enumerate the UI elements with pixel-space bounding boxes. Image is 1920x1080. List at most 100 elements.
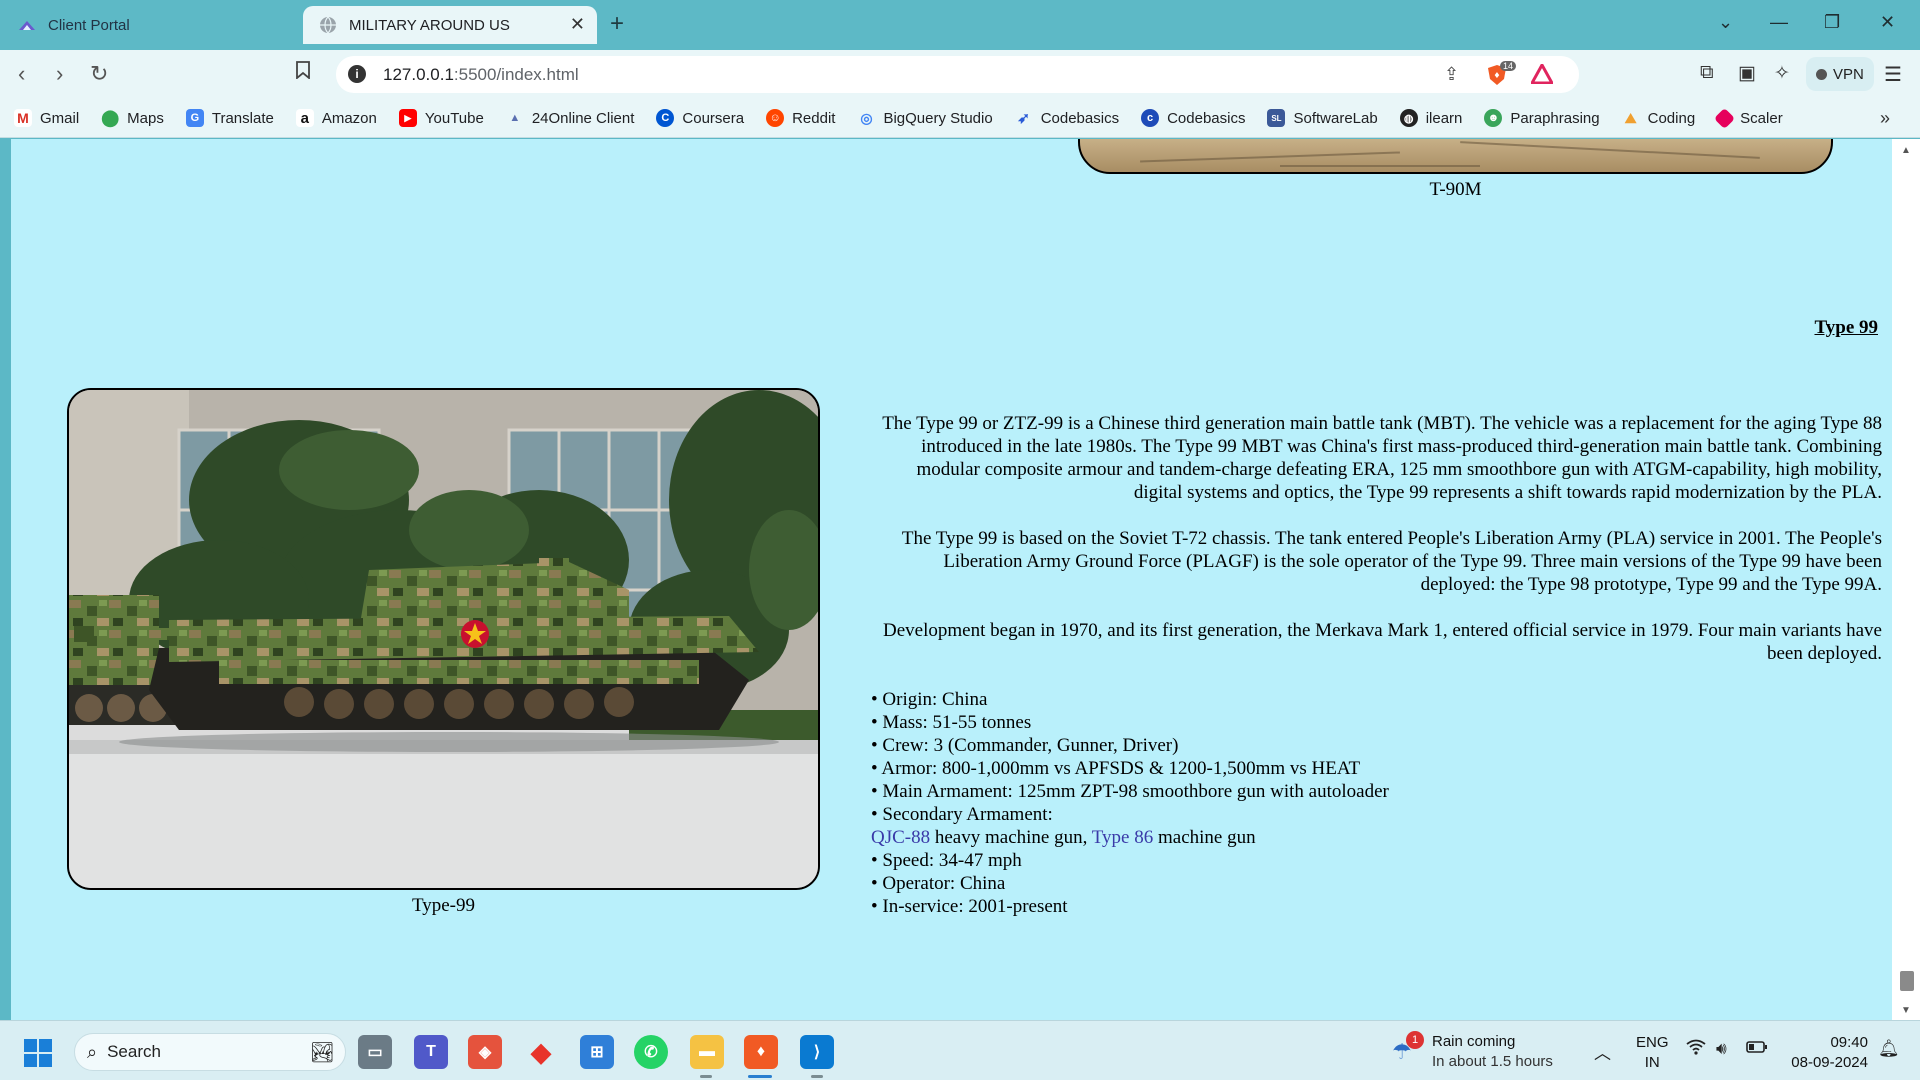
input-language[interactable]: ENG IN (1636, 1033, 1669, 1073)
active-indicator (748, 1075, 772, 1078)
tab-search-chevron-icon[interactable]: ⌄ (1718, 12, 1733, 33)
type99-tank-illustration (69, 390, 818, 888)
back-icon[interactable]: ‹ (18, 61, 25, 87)
ilearn-globe-icon: ◍ (1399, 109, 1418, 127)
page-viewport: T-90M Type 99 Type-99 The Type 99 or ZTZ… (11, 139, 1892, 1020)
bookmark-softwarelab[interactable]: SL SoftwareLab (1267, 109, 1378, 127)
type86-link[interactable]: Type 86 (1092, 827, 1153, 848)
svg-text:♦: ♦ (1493, 71, 1500, 80)
youtube-icon: ▶ (398, 109, 417, 127)
bookmark-codebasics-2[interactable]: c Codebasics (1141, 109, 1245, 127)
close-tab-icon[interactable]: ✕ (570, 14, 585, 35)
battery-icon[interactable] (1746, 1039, 1768, 1059)
close-window-icon[interactable]: ✕ (1880, 12, 1895, 33)
bookmarks-bar: M Gmail ⬤ Maps G Translate a Amazon ▶ YouTube… (0, 100, 1920, 138)
extensions-icon[interactable]: ⧉ (1700, 62, 1714, 84)
page-scrollbar[interactable]: ▲ ▼ (1892, 139, 1920, 1020)
wallet-icon[interactable]: ▣ (1738, 62, 1756, 85)
translate-icon: G (185, 109, 204, 127)
spec-armor: • Armor: 800-1,000mm vs APFSDS & 1200-1,… (871, 758, 1361, 779)
microsoft-store-icon[interactable]: ⊞ (580, 1035, 614, 1069)
volume-icon[interactable]: 🔊︎ (1716, 1039, 1727, 1059)
description-paragraph: The Type 99 is based on the Soviet T-72 … (901, 528, 1882, 595)
type99-description: The Type 99 or ZTZ-99 is a Chinese third… (871, 412, 1882, 688)
type99-specs-list: • Origin: China • Mass: 51-55 tonnes • C… (871, 688, 1871, 918)
bookmark-youtube[interactable]: ▶ YouTube (398, 109, 484, 127)
spec-main-armament: • Main Armament: 125mm ZPT-98 smoothbore… (871, 781, 1389, 802)
type99-caption: Type-99 (411, 895, 476, 916)
tab-client-portal[interactable]: Client Portal (14, 6, 294, 44)
share-icon[interactable]: ⇪ (1444, 64, 1459, 85)
bookmark-reddit[interactable]: ☺ Reddit (766, 109, 835, 127)
windows-taskbar: ⌕ Search 🏞 ▭ T ◈ ◆ ⊞ ✆ ▬ ♦ ⟩ ☂ 1 Rain co… (0, 1020, 1920, 1080)
new-tab-icon[interactable]: + (610, 10, 624, 38)
taskbar-search[interactable]: ⌕ Search 🏞 (74, 1033, 346, 1071)
whatsapp-icon[interactable]: ✆ (634, 1035, 668, 1069)
bookmark-amazon[interactable]: a Amazon (295, 109, 377, 127)
description-paragraph: Development began in 1970, and its first… (883, 620, 1882, 664)
scaler-icon (1714, 107, 1736, 129)
wifi-icon[interactable] (1686, 1039, 1706, 1060)
brave-browser-icon[interactable]: ♦ (744, 1035, 778, 1069)
forward-icon[interactable]: › (56, 61, 63, 87)
bookmark-coursera[interactable]: C Coursera (656, 109, 744, 127)
address-bar[interactable]: i 127.0.0.1:5500/index.html ⇪ ♦ 14 (336, 56, 1579, 93)
type99-image (67, 388, 820, 890)
bookmark-maps[interactable]: ⬤ Maps (101, 109, 164, 128)
running-indicator (811, 1075, 823, 1078)
file-explorer-icon[interactable]: ▬ (690, 1035, 724, 1069)
scroll-down-arrow-icon[interactable]: ▼ (1901, 1005, 1911, 1016)
menu-icon[interactable]: ☰ (1884, 62, 1902, 87)
spec-operator: • Operator: China (871, 873, 1006, 894)
coding-icon: ⛰ (1624, 109, 1637, 126)
amazon-icon: a (295, 109, 314, 127)
scroll-up-arrow-icon[interactable]: ▲ (1901, 145, 1911, 156)
copilot-icon[interactable]: ◈ (468, 1035, 502, 1069)
reload-icon[interactable]: ↻ (90, 61, 108, 87)
more-bookmarks-icon[interactable]: » (1880, 108, 1890, 129)
type99-heading[interactable]: Type 99 (1814, 317, 1878, 339)
teams-icon[interactable]: T (414, 1035, 448, 1069)
site-info-icon[interactable]: i (348, 65, 366, 83)
tab-title: Client Portal (48, 16, 130, 34)
bookmark-paraphrasing[interactable]: ☻ Paraphrasing (1484, 109, 1600, 127)
spec-secondary-armament: • Secondary Armament: (871, 804, 1053, 825)
leo-ai-icon[interactable]: ✧ (1774, 62, 1790, 85)
bookmark-translate[interactable]: G Translate (185, 109, 274, 127)
bookmark-scaler[interactable]: Scaler (1714, 107, 1783, 129)
vscode-icon[interactable]: ⟩ (800, 1035, 834, 1069)
bookmark-codebasics-1[interactable]: ➶ Codebasics (1015, 109, 1119, 128)
vpn-button[interactable]: VPN (1806, 57, 1874, 91)
tab-strip: Client Portal MILITARY AROUND US ✕ + ⌄ —… (0, 0, 1920, 50)
url-text[interactable]: 127.0.0.1:5500/index.html (383, 65, 579, 85)
scrollbar-thumb[interactable] (1900, 971, 1914, 991)
t90m-image (1078, 139, 1833, 174)
bookmark-24online[interactable]: ▲ 24Online Client (506, 109, 634, 127)
tab-military-around-us[interactable]: MILITARY AROUND US ✕ (303, 6, 597, 44)
task-view-icon[interactable]: ▭ (358, 1035, 392, 1069)
paraphrasing-icon: ☻ (1484, 109, 1503, 127)
gmail-icon: M (14, 109, 32, 127)
softwarelab-icon: SL (1267, 109, 1286, 127)
notification-bell-icon[interactable]: 🔔︎ (1878, 1039, 1900, 1059)
window-edge (0, 139, 11, 1020)
bookmark-ilearn[interactable]: ◍ ilearn (1399, 109, 1462, 127)
brave-rewards-icon[interactable] (1529, 61, 1555, 89)
bookmark-bigquery[interactable]: ◎ BigQuery Studio (857, 109, 992, 127)
client-portal-favicon-icon (18, 16, 36, 34)
show-hidden-icons-icon[interactable]: ︿ (1594, 1039, 1611, 1064)
bookmark-gmail[interactable]: M Gmail (14, 109, 79, 127)
system-clock[interactable]: 09:40 08-09-2024 (1786, 1033, 1868, 1073)
bookmark-icon[interactable] (296, 61, 310, 85)
codebasics-icon: c (1141, 109, 1160, 127)
restore-icon[interactable]: ❐ (1824, 12, 1840, 33)
maps-pin-icon: ⬤ (101, 110, 120, 127)
windows-start-icon[interactable] (24, 1039, 52, 1067)
qjc88-link[interactable]: QJC-88 (871, 827, 930, 848)
minimize-icon[interactable]: — (1770, 12, 1788, 33)
bigquery-icon: ◎ (860, 109, 873, 126)
bookmark-coding[interactable]: ⛰ Coding (1622, 109, 1695, 127)
shield-count-badge: 14 (1500, 61, 1517, 71)
t90m-caption: T-90M (1429, 179, 1482, 200)
anydesk-icon[interactable]: ◆ (524, 1035, 558, 1069)
